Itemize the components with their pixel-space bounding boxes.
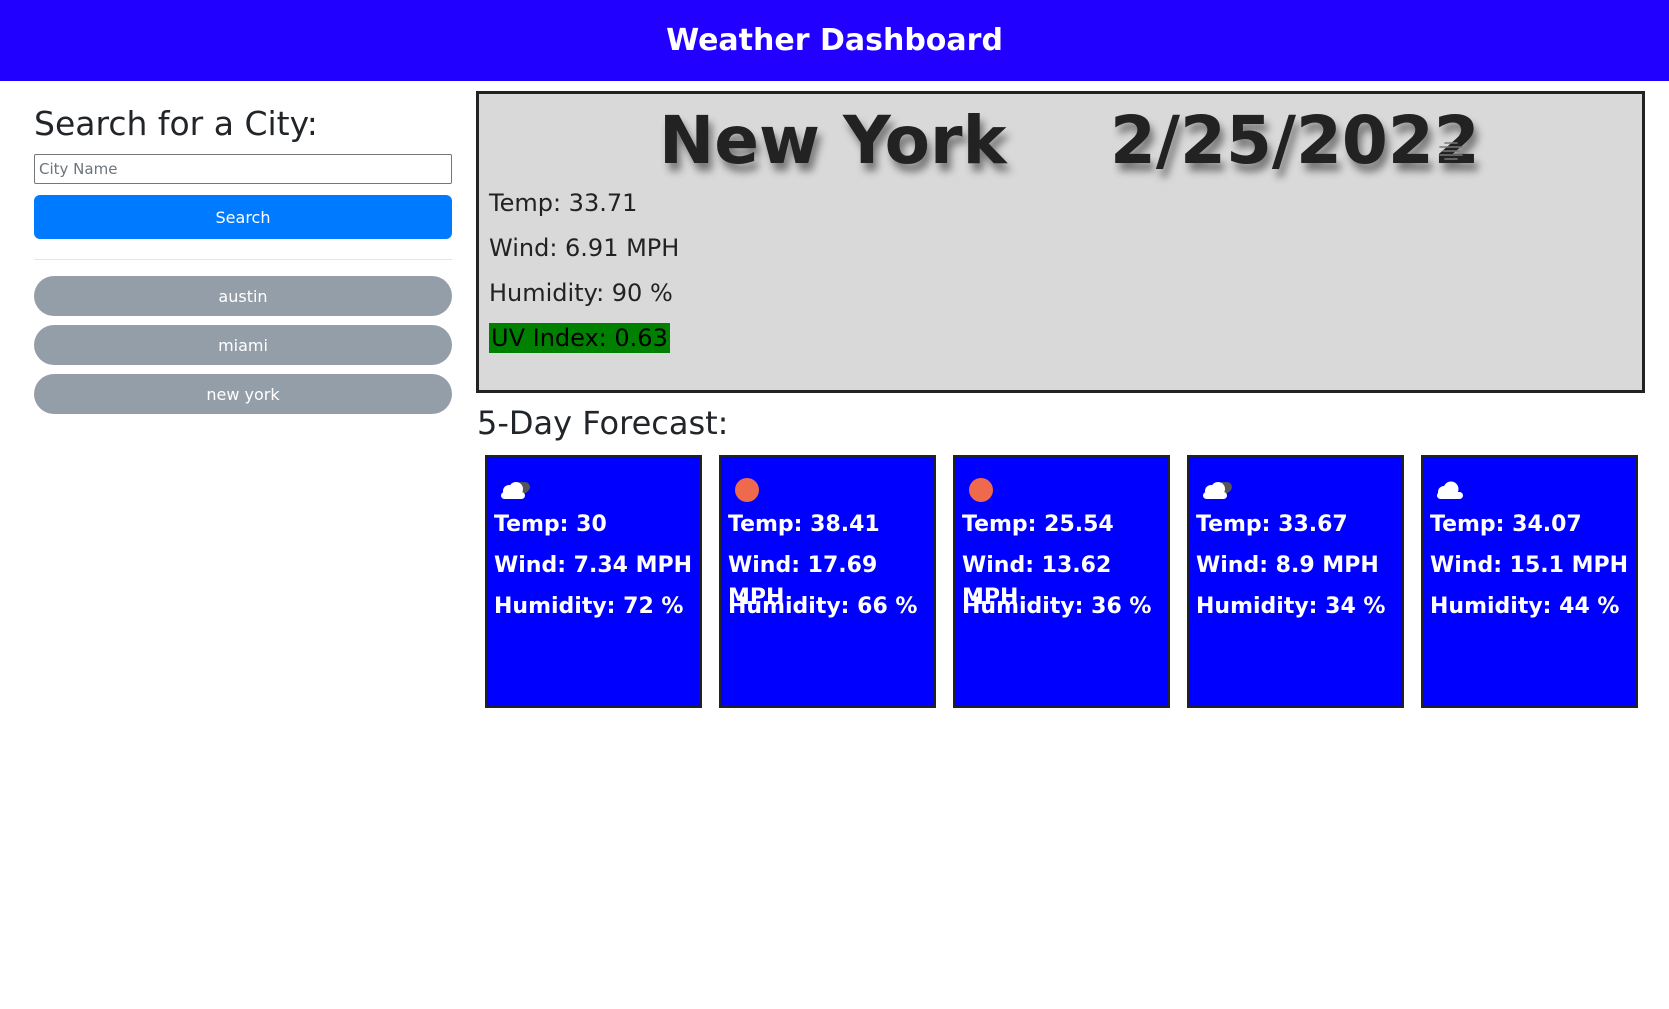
- cloud-icon: [1433, 477, 1629, 505]
- broken-clouds-icon: [497, 477, 693, 505]
- current-city-name: New York: [659, 102, 1007, 179]
- search-sidebar: Search for a City: Search austin miami n…: [34, 104, 452, 423]
- history-button-new-york[interactable]: new york: [34, 374, 452, 414]
- app-title: Weather Dashboard: [666, 23, 1003, 58]
- current-temp: Temp: 33.71: [489, 189, 638, 217]
- current-date: 2/25/2022: [1110, 102, 1480, 179]
- broken-clouds-icon: [1199, 477, 1395, 505]
- current-humidity: Humidity: 90 %: [489, 279, 673, 307]
- clear-sun-icon: [965, 477, 1161, 505]
- current-weather-details: Temp: 33.71 Wind: 6.91 MPH Humidity: 90 …: [489, 187, 679, 367]
- forecast-wind: Wind: 7.34 MPH: [494, 553, 693, 578]
- forecast-humidity: Humidity: 72 %: [494, 594, 684, 619]
- search-title: Search for a City:: [34, 104, 318, 143]
- current-uv-row: UV Index: 0.63: [489, 322, 679, 367]
- forecast-cards: Temp: 30 Wind: 7.34 MPH Humidity: 72 % T…: [485, 455, 1638, 708]
- forecast-wind: Wind: 13.62 MPH: [962, 553, 1112, 610]
- forecast-card: Temp: 34.07 Wind: 15.1 MPH Humidity: 44 …: [1421, 455, 1638, 708]
- clear-sun-icon: [731, 477, 927, 505]
- forecast-humidity: Humidity: 34 %: [1196, 594, 1386, 619]
- current-weather-panel: New York 2/25/2022 Temp: 33.71 Wind: 6.9…: [476, 91, 1645, 393]
- forecast-wind: Wind: 17.69 MPH: [728, 553, 878, 610]
- forecast-temp: Temp: 34.07: [1430, 512, 1582, 537]
- current-weather-header: New York 2/25/2022: [479, 102, 1642, 182]
- history-button-miami[interactable]: miami: [34, 325, 452, 365]
- forecast-title: 5-Day Forecast:: [477, 404, 729, 442]
- divider: [34, 259, 452, 260]
- search-button[interactable]: Search: [34, 195, 452, 239]
- forecast-humidity: Humidity: 44 %: [1430, 594, 1620, 619]
- forecast-temp: Temp: 33.67: [1196, 512, 1348, 537]
- forecast-card: Temp: 38.41 Wind: 17.69 MPH Humidity: 66…: [719, 455, 936, 708]
- forecast-card: Temp: 30 Wind: 7.34 MPH Humidity: 72 %: [485, 455, 702, 708]
- forecast-temp: Temp: 30: [494, 512, 607, 537]
- city-search-input[interactable]: [34, 154, 452, 184]
- history-button-austin[interactable]: austin: [34, 276, 452, 316]
- forecast-wind: Wind: 8.9 MPH: [1196, 553, 1379, 578]
- forecast-humidity: Humidity: 36 %: [962, 594, 1152, 619]
- current-wind: Wind: 6.91 MPH: [489, 234, 680, 262]
- forecast-wind: Wind: 15.1 MPH: [1430, 553, 1629, 578]
- app-header: Weather Dashboard: [0, 0, 1669, 81]
- uv-index-badge: UV Index: 0.63: [489, 323, 670, 353]
- forecast-humidity: Humidity: 66 %: [728, 594, 918, 619]
- forecast-card: Temp: 25.54 Wind: 13.62 MPH Humidity: 36…: [953, 455, 1170, 708]
- forecast-temp: Temp: 38.41: [728, 512, 880, 537]
- forecast-temp: Temp: 25.54: [962, 512, 1114, 537]
- mist-icon: [1437, 140, 1465, 162]
- forecast-card: Temp: 33.67 Wind: 8.9 MPH Humidity: 34 %: [1187, 455, 1404, 708]
